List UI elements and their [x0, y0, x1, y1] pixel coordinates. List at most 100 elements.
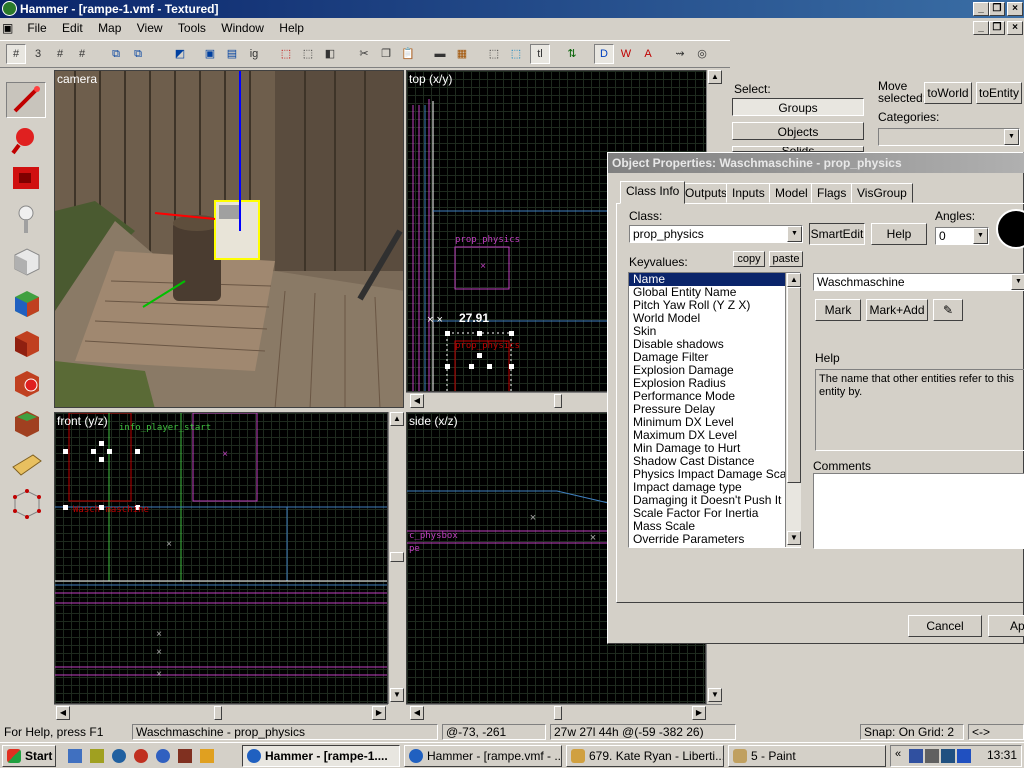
to-world-button[interactable]: toWorld	[924, 82, 972, 104]
restore-icon[interactable]: ❐	[989, 2, 1005, 16]
tab-class-info[interactable]: Class Info	[620, 181, 686, 204]
tray-expand-icon[interactable]: «	[895, 748, 901, 760]
grid-toggle-icon[interactable]: #	[6, 44, 26, 64]
minimize-icon[interactable]: _	[973, 2, 989, 16]
tray-icon-2[interactable]	[925, 749, 939, 763]
task-hammer-2[interactable]: Hammer - [rampe.vmf - ...	[404, 745, 562, 767]
smaller-grid-icon[interactable]: #	[50, 44, 70, 64]
front-view-hscroll[interactable]: ◀ ▶	[54, 704, 388, 720]
vertex-tool-icon[interactable]	[6, 484, 46, 520]
scroll-up-icon[interactable]: ▲	[708, 70, 722, 84]
side-view-hscroll[interactable]: ◀ ▶	[406, 704, 722, 720]
ungroup-icon[interactable]: ⧉	[128, 44, 148, 64]
run-map-icon[interactable]: ⇝	[670, 44, 690, 64]
quicklaunch-icon-4[interactable]	[134, 749, 148, 763]
mark-button[interactable]: Mark	[815, 299, 861, 321]
menu-tools[interactable]: Tools	[172, 18, 212, 38]
class-dropdown[interactable]: prop_physics ▼	[629, 225, 803, 243]
3d-grid-icon[interactable]: 3	[28, 44, 48, 64]
scroll-up-icon[interactable]: ▲	[390, 412, 404, 426]
hollow-icon[interactable]: ⬚	[298, 44, 318, 64]
value-field[interactable]: Waschmaschine ▼	[813, 273, 1024, 291]
select-icon[interactable]: ⬚	[484, 44, 504, 64]
zoom-select-icon[interactable]: ⬚	[506, 44, 526, 64]
larger-grid-icon[interactable]: #	[72, 44, 92, 64]
task-hammer-1[interactable]: Hammer - [rampe-1....	[242, 745, 400, 767]
decal-tool-icon[interactable]	[6, 364, 46, 400]
clipping-tool-icon[interactable]	[6, 446, 46, 482]
texture-apply-icon[interactable]: ▦	[452, 44, 472, 64]
help-button[interactable]: Help	[871, 223, 927, 245]
scroll-thumb[interactable]	[787, 287, 801, 483]
keyvalue-row[interactable]: Override Parameters	[629, 533, 800, 546]
apply-button[interactable]: Apply	[988, 615, 1024, 637]
scroll-left-icon[interactable]: ◀	[56, 706, 70, 720]
ignore-groups-icon[interactable]: ig	[244, 44, 264, 64]
texture-lock-icon[interactable]: ◧	[320, 44, 340, 64]
texture-lock-toggle-icon[interactable]: tl	[530, 44, 550, 64]
tab-flags[interactable]: Flags	[811, 183, 853, 203]
menu-window[interactable]: Window	[215, 18, 270, 38]
categories-dropdown[interactable]: ▼	[878, 128, 1020, 146]
scroll-left-icon[interactable]: ◀	[410, 394, 424, 408]
quicklaunch-icon-2[interactable]	[90, 749, 104, 763]
quicklaunch-icon-6[interactable]	[178, 749, 192, 763]
scroll-down-icon[interactable]: ▼	[787, 531, 801, 545]
scroll-thumb[interactable]	[554, 394, 562, 408]
menu-help[interactable]: Help	[273, 18, 310, 38]
group-icon[interactable]: ⧉	[106, 44, 126, 64]
camera-tool-icon[interactable]	[6, 160, 46, 196]
angles-dropdown[interactable]: 0 ▼	[935, 227, 989, 245]
keyvalues-list[interactable]: Name Global Entity Name Pitch Yaw Roll (Y …	[628, 272, 801, 548]
draw-helpers-icon[interactable]: D	[594, 44, 614, 64]
menu-file[interactable]: File	[21, 18, 52, 38]
tab-inputs[interactable]: Inputs	[726, 183, 771, 203]
show-all-icon[interactable]: ▤	[222, 44, 242, 64]
cut-icon[interactable]: ✂	[354, 44, 374, 64]
tab-outputs[interactable]: Outputs	[679, 183, 734, 203]
tab-model[interactable]: Model	[769, 183, 814, 203]
quicklaunch-icon-5[interactable]	[156, 749, 170, 763]
scroll-down-icon[interactable]: ▼	[708, 688, 722, 702]
mark-add-button[interactable]: Mark+Add	[866, 299, 928, 321]
scroll-right-icon[interactable]: ▶	[692, 706, 706, 720]
paste-button[interactable]: paste	[769, 251, 803, 267]
carve-icon[interactable]: ⬚	[276, 44, 296, 64]
hide-selected-icon[interactable]: ▣	[200, 44, 220, 64]
groups-button[interactable]: Groups	[732, 98, 864, 116]
scroll-up-icon[interactable]: ▲	[787, 273, 801, 287]
toggle-models-icon[interactable]: W	[616, 44, 636, 64]
scroll-right-icon[interactable]: ▶	[372, 706, 386, 720]
scroll-left-icon[interactable]: ◀	[410, 706, 424, 720]
compass-icon[interactable]: ◎	[692, 44, 712, 64]
menu-view[interactable]: View	[131, 18, 169, 38]
scroll-thumb[interactable]	[390, 552, 404, 562]
quicklaunch-icon-7[interactable]	[200, 749, 214, 763]
objects-button[interactable]: Objects	[732, 122, 864, 140]
entity-tool-icon[interactable]	[6, 202, 46, 238]
close-icon[interactable]: ×	[1007, 2, 1023, 16]
front-view-vscroll[interactable]: ▲ ▼	[388, 412, 404, 704]
paste-icon[interactable]: 📋	[398, 44, 418, 64]
task-winamp[interactable]: 679. Kate Ryan - Liberti...	[566, 745, 724, 767]
block-tool-icon[interactable]	[6, 242, 46, 278]
tab-visgroup[interactable]: VisGroup	[851, 183, 913, 203]
menu-map[interactable]: Map	[92, 18, 127, 38]
flip-icon[interactable]: ⇅	[562, 44, 582, 64]
cordon-icon[interactable]: ◩	[170, 44, 190, 64]
menu-edit[interactable]: Edit	[56, 18, 89, 38]
quicklaunch-icon-3[interactable]	[112, 749, 126, 763]
doc-close-icon[interactable]: ×	[1007, 21, 1023, 35]
tray-icon-1[interactable]	[909, 749, 923, 763]
scroll-thumb[interactable]	[214, 706, 222, 720]
copy-button[interactable]: copy	[733, 251, 765, 267]
scroll-thumb[interactable]	[554, 706, 562, 720]
copy-icon[interactable]: ❐	[376, 44, 396, 64]
doc-restore-icon[interactable]: ❐	[989, 21, 1005, 35]
magnify-tool-icon[interactable]	[6, 122, 46, 158]
comments-field[interactable]	[813, 473, 1024, 549]
smartedit-button[interactable]: SmartEdit	[809, 223, 865, 245]
selection-tool-icon[interactable]	[6, 82, 46, 118]
texture-bar-icon[interactable]: ▬	[430, 44, 450, 64]
apply-texture-icon[interactable]	[6, 324, 46, 360]
